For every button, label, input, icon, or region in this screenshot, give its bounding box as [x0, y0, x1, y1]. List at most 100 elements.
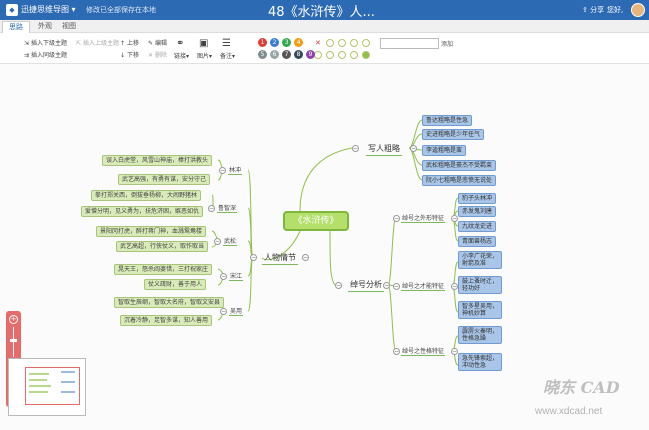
priority-4-icon[interactable]: 4 [294, 38, 303, 47]
leaf-topic[interactable]: 豹子头林冲 [458, 193, 497, 204]
collapse-toggle[interactable]: − [410, 145, 417, 152]
leaf-topic[interactable]: 智取生辰纲，智取大名府，智取文安县 [114, 297, 225, 308]
tab-appearance[interactable]: 外观 [32, 21, 58, 32]
tab-ideas[interactable]: 思路 [2, 21, 30, 33]
leaf-topic[interactable]: 急先锋索超，冲动性急 [458, 353, 502, 371]
progress-1-icon[interactable] [338, 39, 346, 47]
collapse-toggle[interactable]: − [208, 205, 215, 212]
move-down-button[interactable]: ↓ 下移 [120, 50, 139, 59]
leaf-topic[interactable]: 霹雳火秦明，性格急躁 [458, 326, 502, 344]
priority-7-icon[interactable]: 7 [282, 50, 291, 59]
branch-writing[interactable]: 写人粗略 [366, 142, 402, 156]
collapse-toggle[interactable]: − [214, 238, 221, 245]
collapse-toggle[interactable]: − [219, 167, 226, 174]
collapse-toggle[interactable]: − [250, 254, 257, 261]
leaf-topic[interactable]: 武松粗略是豪杰不受羁束 [422, 160, 497, 171]
collapse-toggle[interactable]: − [451, 348, 458, 355]
sub-topic[interactable]: 宋江 [229, 271, 244, 281]
leaf-topic[interactable]: 智多星吴用，神机妙算 [458, 301, 502, 319]
tab-view[interactable]: 视图 [56, 21, 82, 32]
collapse-toggle[interactable]: − [451, 215, 458, 222]
sub-topic[interactable]: 绰号之才能特征 [401, 281, 446, 291]
note-button[interactable]: 备注▾ [220, 51, 235, 60]
leaf-topic[interactable]: 武艺高超，行侠仗义，取作取当 [116, 241, 209, 252]
branch-characters[interactable]: 人物情节 [262, 251, 298, 265]
leaf-topic[interactable]: 鼓上蚤时迁，轻功好 [458, 276, 502, 294]
collapse-toggle[interactable]: − [220, 273, 227, 280]
leaf-topic[interactable]: 误入白虎堂，风雪山神庙，棒打洪教头 [102, 155, 213, 166]
minimap-shape [29, 385, 51, 387]
priority-3-icon[interactable]: 3 [282, 38, 291, 47]
watermark-url: www.xdcad.net [535, 406, 603, 417]
leaf-topic[interactable]: 景阳冈打虎，醉打蒋门神，血溅鸳鸯楼 [96, 226, 207, 237]
zoom-slider-handle[interactable] [10, 339, 17, 342]
leaf-topic[interactable]: 拳打郑关西，倒拔垂杨柳，大闹野猪林 [91, 190, 202, 201]
minimap[interactable] [8, 358, 86, 416]
delete-button[interactable]: ✕ 删除 [148, 50, 167, 59]
priority-9-icon[interactable]: 9 [306, 50, 315, 59]
leaf-topic[interactable]: 李逵粗略是蛮 [422, 145, 467, 156]
app-menu[interactable]: ◆ 迅捷思维导图 ▾ [6, 3, 76, 17]
leaf-topic[interactable]: 鲁达粗略是性急 [422, 115, 473, 126]
priority-6-icon[interactable]: 6 [270, 50, 279, 59]
sub-topic[interactable]: 绰号之外形特征 [401, 213, 446, 223]
branch-nickname[interactable]: 绰号分析 [348, 278, 384, 292]
sub-topic[interactable]: 鲁智深 [217, 203, 238, 213]
progress-done-icon[interactable] [362, 51, 370, 59]
sub-topic[interactable]: 绰号之性格特征 [401, 346, 446, 356]
document-title[interactable]: 48《水浒传》人... [268, 1, 375, 20]
collapse-toggle[interactable]: − [451, 283, 458, 290]
collapse-toggle[interactable]: − [393, 348, 400, 355]
collapse-toggle[interactable]: − [302, 254, 309, 261]
priority-1-icon[interactable]: 1 [258, 38, 267, 47]
remove-progress-icon[interactable]: ✕ [315, 39, 321, 47]
image-button[interactable]: 图片▾ [197, 51, 212, 60]
leaf-topic[interactable]: 九纹龙史进 [458, 221, 497, 232]
insert-sibling-topic-button[interactable]: ⇉ 插入同级主题 [24, 50, 67, 59]
tag-input[interactable] [380, 38, 439, 49]
leaf-topic[interactable]: 小李广花荣，射箭及准 [458, 251, 502, 269]
progress-2-icon[interactable] [350, 39, 358, 47]
zoom-slider-track[interactable] [13, 327, 14, 357]
progress-5-icon[interactable] [326, 51, 334, 59]
share-button[interactable]: ⇪ 分享 [582, 5, 604, 15]
edit-button[interactable]: ✎ 编辑 [148, 38, 167, 47]
progress-7-icon[interactable] [350, 51, 358, 59]
leaf-topic[interactable]: 沉着冷静，足智多谋，知人善用 [120, 315, 213, 326]
collapse-toggle[interactable]: − [393, 283, 400, 290]
watermark-logo: 晓东 CAD [543, 378, 620, 397]
collapse-toggle[interactable]: − [393, 215, 400, 222]
collapse-toggle[interactable]: − [383, 282, 390, 289]
leaf-topic[interactable]: 爱憎分明，见义勇为，扶危济困，嫉恶如仇 [81, 206, 204, 217]
priority-5-icon[interactable]: 5 [258, 50, 267, 59]
sub-topic[interactable]: 武松 [223, 236, 238, 246]
root-topic[interactable]: 《水浒传》 [283, 211, 349, 231]
priority-8-icon[interactable]: 8 [294, 50, 303, 59]
leaf-topic[interactable]: 晁天王，怒杀阎婆惜，三打祝家庄 [114, 264, 213, 275]
priority-2-icon[interactable]: 2 [270, 38, 279, 47]
collapse-toggle[interactable]: − [352, 145, 359, 152]
link-button[interactable]: 链接▾ [174, 51, 189, 60]
leaf-topic[interactable]: 阮小七粗略是悲愤无说处 [422, 175, 497, 186]
sub-topic[interactable]: 吴用 [229, 306, 244, 316]
progress-6-icon[interactable] [338, 51, 346, 59]
app-logo-icon: ◆ [6, 3, 18, 16]
collapse-toggle[interactable]: − [335, 282, 342, 289]
leaf-topic[interactable]: 仗义疏财，善于用人 [144, 279, 207, 290]
zoom-in-icon[interactable]: + [9, 315, 18, 324]
minimap-shape [29, 373, 49, 375]
move-up-button[interactable]: ↑ 上移 [120, 38, 139, 47]
progress-0-icon[interactable] [326, 39, 334, 47]
add-tag-button[interactable]: 添加 [441, 39, 453, 48]
progress-4-icon[interactable] [314, 51, 322, 59]
insert-sub-topic-button[interactable]: ⇲ 插入下级主题 [24, 38, 67, 47]
leaf-topic[interactable]: 青面兽杨志 [458, 236, 497, 247]
progress-3-icon[interactable] [362, 39, 370, 47]
insert-parent-topic-button[interactable]: ⇱ 插入上级主题 [76, 38, 119, 47]
leaf-topic[interactable]: 史进粗略是少年任气 [422, 129, 485, 140]
leaf-topic[interactable]: 赤发鬼刘唐 [458, 206, 497, 217]
sub-topic[interactable]: 林冲 [228, 165, 243, 175]
avatar[interactable] [631, 3, 645, 17]
collapse-toggle[interactable]: − [220, 308, 227, 315]
leaf-topic[interactable]: 武艺高强，有勇有谋，安分守己 [118, 174, 211, 185]
